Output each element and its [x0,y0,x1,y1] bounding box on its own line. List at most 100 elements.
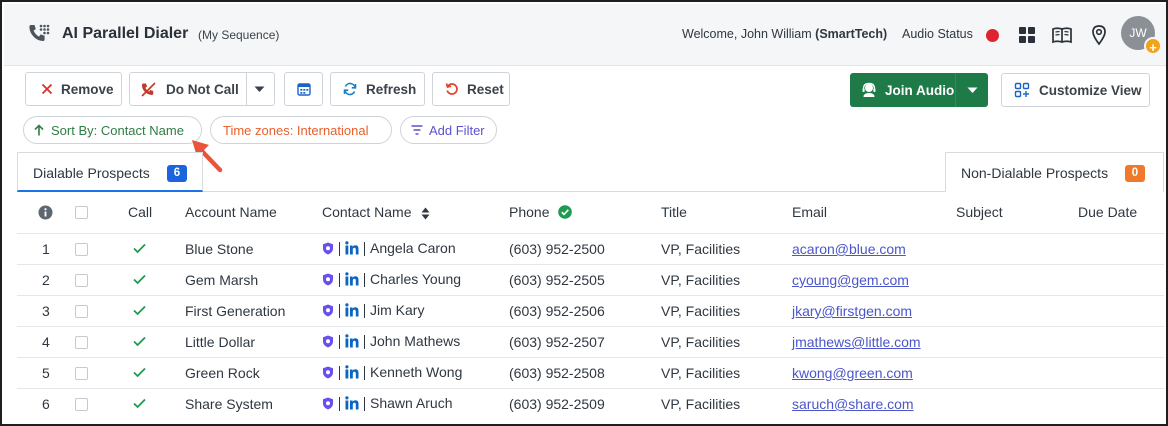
separator [364,397,365,412]
customize-view-button[interactable]: Customize View [1001,73,1150,107]
row-checkbox[interactable] [75,398,88,411]
row-checkbox[interactable] [75,336,88,349]
row-checkbox[interactable] [75,243,88,256]
do-not-call-button[interactable]: Do Not Call [129,72,275,106]
email-link[interactable]: cyoung@gem.com [792,272,909,288]
shield-icon[interactable] [322,397,334,410]
row-checkbox[interactable] [75,274,88,287]
sort-by-chip[interactable]: Sort By: Contact Name [23,116,202,144]
linkedin-icon[interactable] [345,241,359,255]
add-filter-chip[interactable]: Add Filter [400,116,497,144]
account-name-cell: Green Rock [185,365,260,381]
select-all-checkbox[interactable] [75,206,88,219]
phone-cell[interactable]: (603) 952-2508 [509,365,605,381]
column-header-email[interactable]: Email [792,204,827,220]
check-icon [133,274,146,285]
table-row[interactable]: 1 Blue Stone Angela Caron (603) 952-2500 VP,… [17,233,1164,264]
email-link[interactable]: acaron@blue.com [792,241,906,257]
separator [339,242,340,257]
app-title: AI Parallel Dialer [62,25,189,42]
time-zones-chip[interactable]: Time zones: International [210,116,392,144]
contact-name-text[interactable]: Shawn Aruch [370,395,453,411]
info-icon[interactable] [38,205,53,220]
column-header-contact-name[interactable]: Contact Name [322,204,430,220]
filter-icon [411,125,423,135]
phone-cell[interactable]: (603) 952-2500 [509,241,605,257]
app-subtitle: (My Sequence) [198,28,280,42]
linkedin-icon[interactable] [345,272,359,286]
row-checkbox[interactable] [75,305,88,318]
separator [339,397,340,412]
remove-button[interactable]: Remove [25,72,122,106]
column-header-call[interactable]: Call [128,204,152,220]
phone-cell[interactable]: (603) 952-2507 [509,334,605,350]
email-link[interactable]: kwong@green.com [792,365,913,381]
email-link[interactable]: jmathews@little.com [792,334,921,350]
phone-cell[interactable]: (603) 952-2506 [509,303,605,319]
join-audio-button[interactable]: Join Audio [850,73,988,107]
separator [364,242,365,257]
linkedin-icon[interactable] [345,396,359,410]
shield-icon[interactable] [322,366,334,379]
table-row[interactable]: 4 Little Dollar John Mathews (603) 952-2507… [17,326,1164,357]
column-header-due-date[interactable]: Due Date [1078,204,1137,220]
chevron-down-icon[interactable] [254,86,265,93]
title-cell: VP, Facilities [661,272,741,288]
row-number: 5 [42,365,50,381]
contact-name-text[interactable]: Angela Caron [370,240,456,256]
layout-icon [1014,82,1030,98]
tab-dialable-prospects[interactable]: Dialable Prospects 6 [17,152,203,192]
row-number: 2 [42,272,50,288]
sort-by-label: Sort By: Contact Name [51,122,184,138]
contact-name-text[interactable]: Kenneth Wong [370,364,462,380]
column-header-account-name[interactable]: Account Name [185,204,277,220]
phone-cell[interactable]: (603) 952-2505 [509,272,605,288]
contact-name-cell: John Mathews [322,333,460,350]
phone-cell[interactable]: (603) 952-2509 [509,396,605,412]
row-checkbox[interactable] [75,367,88,380]
column-header-title[interactable]: Title [661,204,687,220]
shield-icon[interactable] [322,242,334,255]
separator [339,304,340,319]
linkedin-icon[interactable] [345,365,359,379]
chevron-down-icon[interactable] [967,87,978,94]
column-header-subject[interactable]: Subject [956,204,1003,220]
time-zones-label: Time zones: International [223,122,369,138]
contact-name-text[interactable]: John Mathews [370,333,460,349]
join-audio-label: Join Audio [885,82,955,98]
contact-name-text[interactable]: Jim Kary [370,302,424,318]
sort-toggle-icon[interactable] [421,207,430,220]
app-window: AI Parallel Dialer (My Sequence) Welcome… [0,0,1168,426]
refresh-button[interactable]: Refresh [330,72,425,106]
column-header-phone[interactable]: Phone [509,204,573,220]
table-row[interactable]: 3 First Generation Jim Kary (603) 952-2506 V… [17,295,1164,326]
apps-grid-icon[interactable] [1016,24,1038,46]
linkedin-icon[interactable] [345,303,359,317]
email-link[interactable]: jkary@firstgen.com [792,303,912,319]
split-divider [246,73,247,105]
calendar-button[interactable] [284,72,323,106]
shield-icon[interactable] [322,273,334,286]
email-link[interactable]: saruch@share.com [792,396,914,412]
calendar-icon [296,83,311,96]
title-cell: VP, Facilities [661,303,741,319]
location-pin-icon[interactable] [1088,24,1110,46]
row-number: 4 [42,334,50,350]
shield-icon[interactable] [322,304,334,317]
shield-icon[interactable] [322,335,334,348]
table-row[interactable]: 6 Share System Shawn Aruch (603) 952-2509 VP… [17,388,1164,419]
phone-off-icon [141,81,156,97]
contact-name-cell: Angela Caron [322,240,456,257]
app-header: AI Parallel Dialer (My Sequence) Welcome… [4,4,1166,66]
reset-button[interactable]: Reset [432,72,510,106]
separator [339,366,340,381]
book-icon[interactable] [1051,24,1073,46]
table-row[interactable]: 2 Gem Marsh Charles Young (603) 952-2505 VP,… [17,264,1164,295]
contact-name-text[interactable]: Charles Young [370,271,461,287]
linkedin-icon[interactable] [345,334,359,348]
tab-non-dialable-prospects[interactable]: Non-Dialable Prospects 0 [945,152,1164,192]
contact-name-cell: Jim Kary [322,302,424,319]
table-row[interactable]: 5 Green Rock Kenneth Wong (603) 952-2508 VP,… [17,357,1164,388]
check-icon [133,398,146,409]
check-icon [133,336,146,347]
